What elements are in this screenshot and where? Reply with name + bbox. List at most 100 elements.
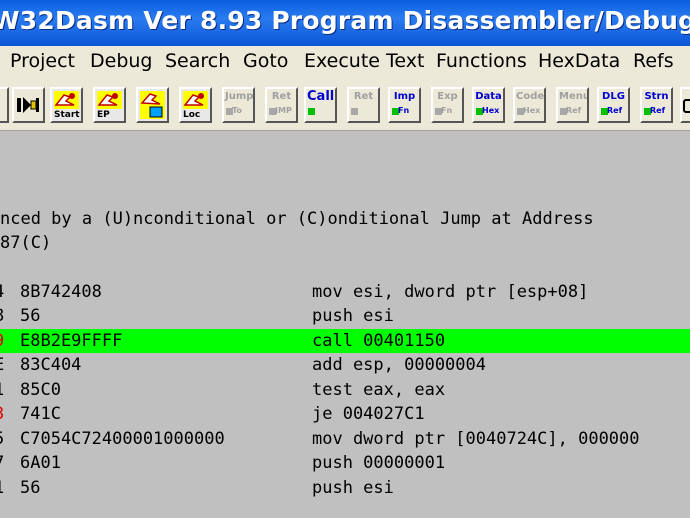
step-into-button[interactable] bbox=[12, 87, 45, 123]
code-row[interactable]: 1 56 push esi bbox=[0, 476, 690, 500]
menu-functions[interactable]: Functions bbox=[436, 50, 527, 72]
row-opcode: 6A01 bbox=[20, 453, 61, 473]
menu-project[interactable]: Project bbox=[10, 50, 75, 72]
title-bar: W32Dasm Ver 8.93 Program Disassembler/De… bbox=[0, 0, 690, 46]
row-instruction: test eax, eax bbox=[312, 380, 446, 400]
code-row[interactable]: 1 85C0 test eax, eax bbox=[0, 378, 690, 402]
row-opcode: C7054C72400001000000 bbox=[20, 429, 225, 449]
row-opcode: 83C404 bbox=[20, 355, 82, 375]
menu-goto[interactable]: Goto bbox=[243, 50, 288, 72]
row-address: 1 bbox=[0, 378, 4, 402]
ret-led bbox=[351, 108, 358, 115]
ret-jmp-sub: JMP bbox=[275, 106, 292, 115]
dlg-ref-sub: Ref bbox=[607, 106, 623, 115]
data-hex-button[interactable]: Data Hex bbox=[472, 87, 505, 123]
row-opcode: 741C bbox=[20, 404, 61, 424]
printer-icon bbox=[683, 99, 690, 113]
row-address: 1 bbox=[0, 476, 4, 500]
step-arrow-icon bbox=[17, 97, 39, 113]
call-label: Call bbox=[307, 89, 335, 104]
location-icon bbox=[183, 91, 208, 109]
row-instruction: push esi bbox=[312, 478, 394, 498]
code-row[interactable]: 7 6A01 push 00000001 bbox=[0, 451, 690, 475]
dlg-ref-label: DLG bbox=[602, 91, 625, 102]
ret-button[interactable]: Ret bbox=[347, 87, 380, 123]
menu-search[interactable]: Search bbox=[165, 50, 230, 72]
loc-label: Loc bbox=[183, 110, 201, 120]
row-opcode: 56 bbox=[20, 478, 41, 498]
print-button[interactable] bbox=[680, 87, 690, 123]
row-instruction: push 00000001 bbox=[312, 453, 446, 473]
menu-ref-sub: Ref bbox=[566, 106, 582, 115]
disassembly-view[interactable]: nced by a (U)nconditional or (C)ondition… bbox=[0, 131, 690, 518]
menu-execute-text[interactable]: Execute Text bbox=[304, 50, 424, 72]
code-row[interactable]: 4 8B742408 mov esi, dword ptr [esp+08] bbox=[0, 280, 690, 304]
row-instruction: push esi bbox=[312, 306, 394, 326]
menu-ref-button[interactable]: Menu Ref bbox=[556, 87, 589, 123]
debug-bug-icon bbox=[54, 91, 79, 109]
strn-ref-button[interactable]: Strn Ref bbox=[640, 87, 673, 123]
exp-fn-sub: Fn bbox=[441, 106, 453, 115]
row-instruction: call 00401150 bbox=[312, 331, 446, 351]
row-opcode: 56 bbox=[20, 306, 41, 326]
row-instruction: mov dword ptr [0040724C], 000000 bbox=[312, 429, 640, 449]
row-address: 9 bbox=[0, 329, 4, 353]
exp-fn-button[interactable]: Exp Fn bbox=[431, 87, 464, 123]
jump-to-button[interactable]: Jump To bbox=[222, 87, 255, 123]
row-opcode: E8B2E9FFFF bbox=[20, 331, 123, 351]
code-hex-button[interactable]: Code Hex bbox=[513, 87, 546, 123]
xref-comment-text-1: nced by a (U)nconditional or (C)ondition… bbox=[0, 209, 594, 229]
code-row[interactable]: E 83C404 add esp, 00000004 bbox=[0, 353, 690, 377]
exp-fn-label: Exp bbox=[437, 91, 458, 102]
start-button[interactable]: Start bbox=[50, 87, 83, 123]
loc-button[interactable]: Loc bbox=[179, 87, 212, 123]
menu-ref-label: Menu bbox=[559, 91, 589, 102]
jump-to-label: Jump bbox=[225, 91, 254, 102]
window-title: W32Dasm Ver 8.93 Program Disassembler/De… bbox=[0, 6, 690, 35]
entry-point-icon bbox=[97, 91, 122, 109]
run-icon bbox=[140, 91, 165, 119]
row-opcode: 85C0 bbox=[20, 380, 61, 400]
dlg-ref-button[interactable]: DLG Ref bbox=[597, 87, 630, 123]
menu-bar: Project Debug Search Goto Execute Text F… bbox=[0, 46, 690, 82]
row-address: 5 bbox=[0, 427, 4, 451]
row-instruction: mov esi, dword ptr [esp+08] bbox=[312, 282, 589, 302]
start-label: Start bbox=[54, 110, 80, 120]
code-hex-label: Code bbox=[516, 91, 545, 102]
row-opcode: 8B742408 bbox=[20, 282, 102, 302]
code-row[interactable]: 5 C7054C72400001000000 mov dword ptr [00… bbox=[0, 427, 690, 451]
xref-comment-line-1: nced by a (U)nconditional or (C)ondition… bbox=[0, 207, 690, 231]
menu-refs[interactable]: Refs bbox=[633, 50, 674, 72]
call-led bbox=[308, 108, 315, 115]
code-row[interactable]: 3 741C je 004027C1 bbox=[0, 402, 690, 426]
call-button[interactable]: Call bbox=[304, 87, 337, 123]
ret-jmp-button[interactable]: Ret JMP bbox=[265, 87, 298, 123]
row-address: 3 bbox=[0, 402, 4, 426]
row-address: 4 bbox=[0, 280, 4, 304]
row-address: 7 bbox=[0, 451, 4, 475]
imp-fn-button[interactable]: Imp Fn bbox=[388, 87, 421, 123]
data-hex-label: Data bbox=[475, 91, 502, 102]
go-button[interactable] bbox=[136, 87, 169, 123]
ep-label: EP bbox=[97, 110, 110, 120]
ep-button[interactable]: EP bbox=[93, 87, 126, 123]
xref-comment-line-2: 87(C) bbox=[0, 231, 690, 255]
toolbar: Start EP Loc Jump To Ret JMP Call Ret Im… bbox=[0, 82, 690, 131]
imp-fn-sub: Fn bbox=[398, 106, 410, 115]
data-hex-sub: Hex bbox=[482, 106, 500, 115]
row-instruction: add esp, 00000004 bbox=[312, 355, 486, 375]
code-row[interactable]: 8 56 push esi bbox=[0, 304, 690, 328]
strn-ref-sub: Ref bbox=[650, 106, 666, 115]
menu-hexdata[interactable]: HexData bbox=[538, 50, 620, 72]
toolbar-button-partial[interactable] bbox=[0, 87, 9, 123]
row-address: E bbox=[0, 353, 4, 377]
jump-to-sub: To bbox=[232, 106, 242, 115]
code-hex-sub: Hex bbox=[523, 106, 541, 115]
menu-debug[interactable]: Debug bbox=[90, 50, 152, 72]
imp-fn-label: Imp bbox=[393, 91, 416, 102]
xref-comment-text-2: 87(C) bbox=[0, 233, 52, 253]
ret-jmp-label: Ret bbox=[271, 91, 292, 102]
strn-ref-label: Strn bbox=[644, 91, 669, 102]
code-row-selected[interactable]: 9 E8B2E9FFFF call 00401150 bbox=[0, 329, 690, 353]
row-instruction: je 004027C1 bbox=[312, 404, 425, 424]
